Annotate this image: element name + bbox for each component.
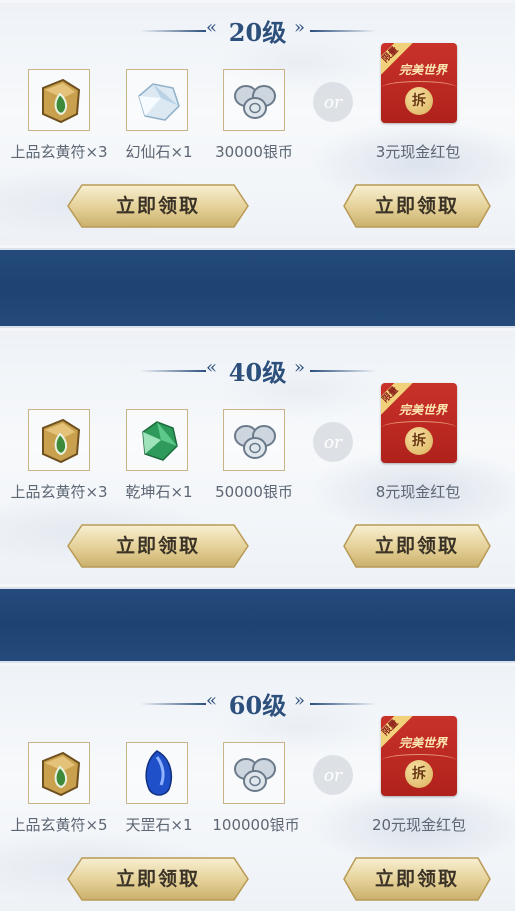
item-label: 30000银币 <box>215 143 293 161</box>
red-packet-brand: 完美世界 <box>398 403 447 417</box>
talisman-icon <box>42 751 81 797</box>
red-packet-label: 3元现金红包 <box>375 143 461 161</box>
claim-button-label: 立即领取 <box>115 195 200 217</box>
item-slot-crystal[interactable] <box>126 69 188 131</box>
open-seal: 拆 <box>405 87 433 115</box>
title-line-right <box>310 30 376 32</box>
red-packet-brand: 完美世界 <box>398 736 447 750</box>
item-label: 上品玄黄符×3 <box>10 483 108 501</box>
reward-panel-level-60: « 60级 » 上品玄黄符×5 天罡石×1 100000银币 or 限量 完美世… <box>0 663 515 911</box>
claim-button-label: 立即领取 <box>374 868 459 890</box>
svg-text:or: or <box>324 766 343 786</box>
red-packet-card[interactable]: 限量 完美世界 拆 <box>381 383 457 463</box>
item-label: 50000银币 <box>215 483 293 501</box>
claim-items-button[interactable]: 立即领取 <box>66 523 250 569</box>
claim-red-packet-button[interactable]: 立即领取 <box>342 856 492 902</box>
title-ornament-right: » <box>294 17 306 38</box>
section-divider-band <box>0 587 515 663</box>
item-label: 上品玄黄符×5 <box>10 816 108 834</box>
silver-coins-icon <box>234 758 276 792</box>
reward-panel-level-40: « 40级 » 上品玄黄符×3 乾坤石×1 50000银币 or 限量 完美世界… <box>0 328 515 587</box>
section-divider-band <box>0 248 515 328</box>
red-packet-label: 20元现金红包 <box>371 816 467 834</box>
item-slot-green-gem[interactable] <box>126 409 188 471</box>
svg-text:or: or <box>324 93 343 113</box>
title-ornament-right: » <box>294 357 306 378</box>
or-divider-icon: or <box>313 422 353 462</box>
item-slot-talisman[interactable] <box>28 742 90 804</box>
item-label: 上品玄黄符×3 <box>10 143 108 161</box>
item-label: 幻仙石×1 <box>125 143 193 161</box>
claim-button-label: 立即领取 <box>115 868 200 890</box>
svg-text:or: or <box>324 433 343 453</box>
red-packet-card[interactable]: 限量 完美世界 拆 <box>381 43 457 123</box>
claim-items-button[interactable]: 立即领取 <box>66 183 250 229</box>
claim-red-packet-button[interactable]: 立即领取 <box>342 523 492 569</box>
title-line-right <box>310 370 376 372</box>
crystal-icon <box>138 83 180 121</box>
claim-button-label: 立即领取 <box>115 535 200 557</box>
item-slot-talisman[interactable] <box>28 409 90 471</box>
item-label: 100000银币 <box>212 816 300 834</box>
open-seal: 拆 <box>405 427 433 455</box>
item-label: 乾坤石×1 <box>125 483 193 501</box>
red-packet-card[interactable]: 限量 完美世界 拆 <box>381 716 457 796</box>
item-slot-silver[interactable] <box>223 69 285 131</box>
title-ornament-right: » <box>294 690 306 711</box>
title-line-right <box>310 703 376 705</box>
or-divider-icon: or <box>313 755 353 795</box>
item-label: 天罡石×1 <box>125 816 193 834</box>
claim-items-button[interactable]: 立即领取 <box>66 856 250 902</box>
item-slot-talisman[interactable] <box>28 69 90 131</box>
green-gem-icon <box>142 421 178 461</box>
or-divider-icon: or <box>313 82 353 122</box>
blue-gem-icon <box>145 750 173 796</box>
silver-coins-icon <box>234 85 276 119</box>
item-slot-blue-gem[interactable] <box>126 742 188 804</box>
item-slot-silver[interactable] <box>223 409 285 471</box>
item-slot-silver[interactable] <box>223 742 285 804</box>
silver-coins-icon <box>234 425 276 459</box>
claim-button-label: 立即领取 <box>374 195 459 217</box>
red-packet-label: 8元现金红包 <box>375 483 461 501</box>
claim-red-packet-button[interactable]: 立即领取 <box>342 183 492 229</box>
reward-panel-level-20: « 20级 » 上品玄黄符×3 幻仙石×1 30000银币 or 限量 完美世界… <box>0 0 515 248</box>
open-seal: 拆 <box>405 760 433 788</box>
claim-button-label: 立即领取 <box>374 535 459 557</box>
talisman-icon <box>42 78 81 124</box>
talisman-icon <box>42 418 81 464</box>
red-packet-brand: 完美世界 <box>398 63 447 77</box>
